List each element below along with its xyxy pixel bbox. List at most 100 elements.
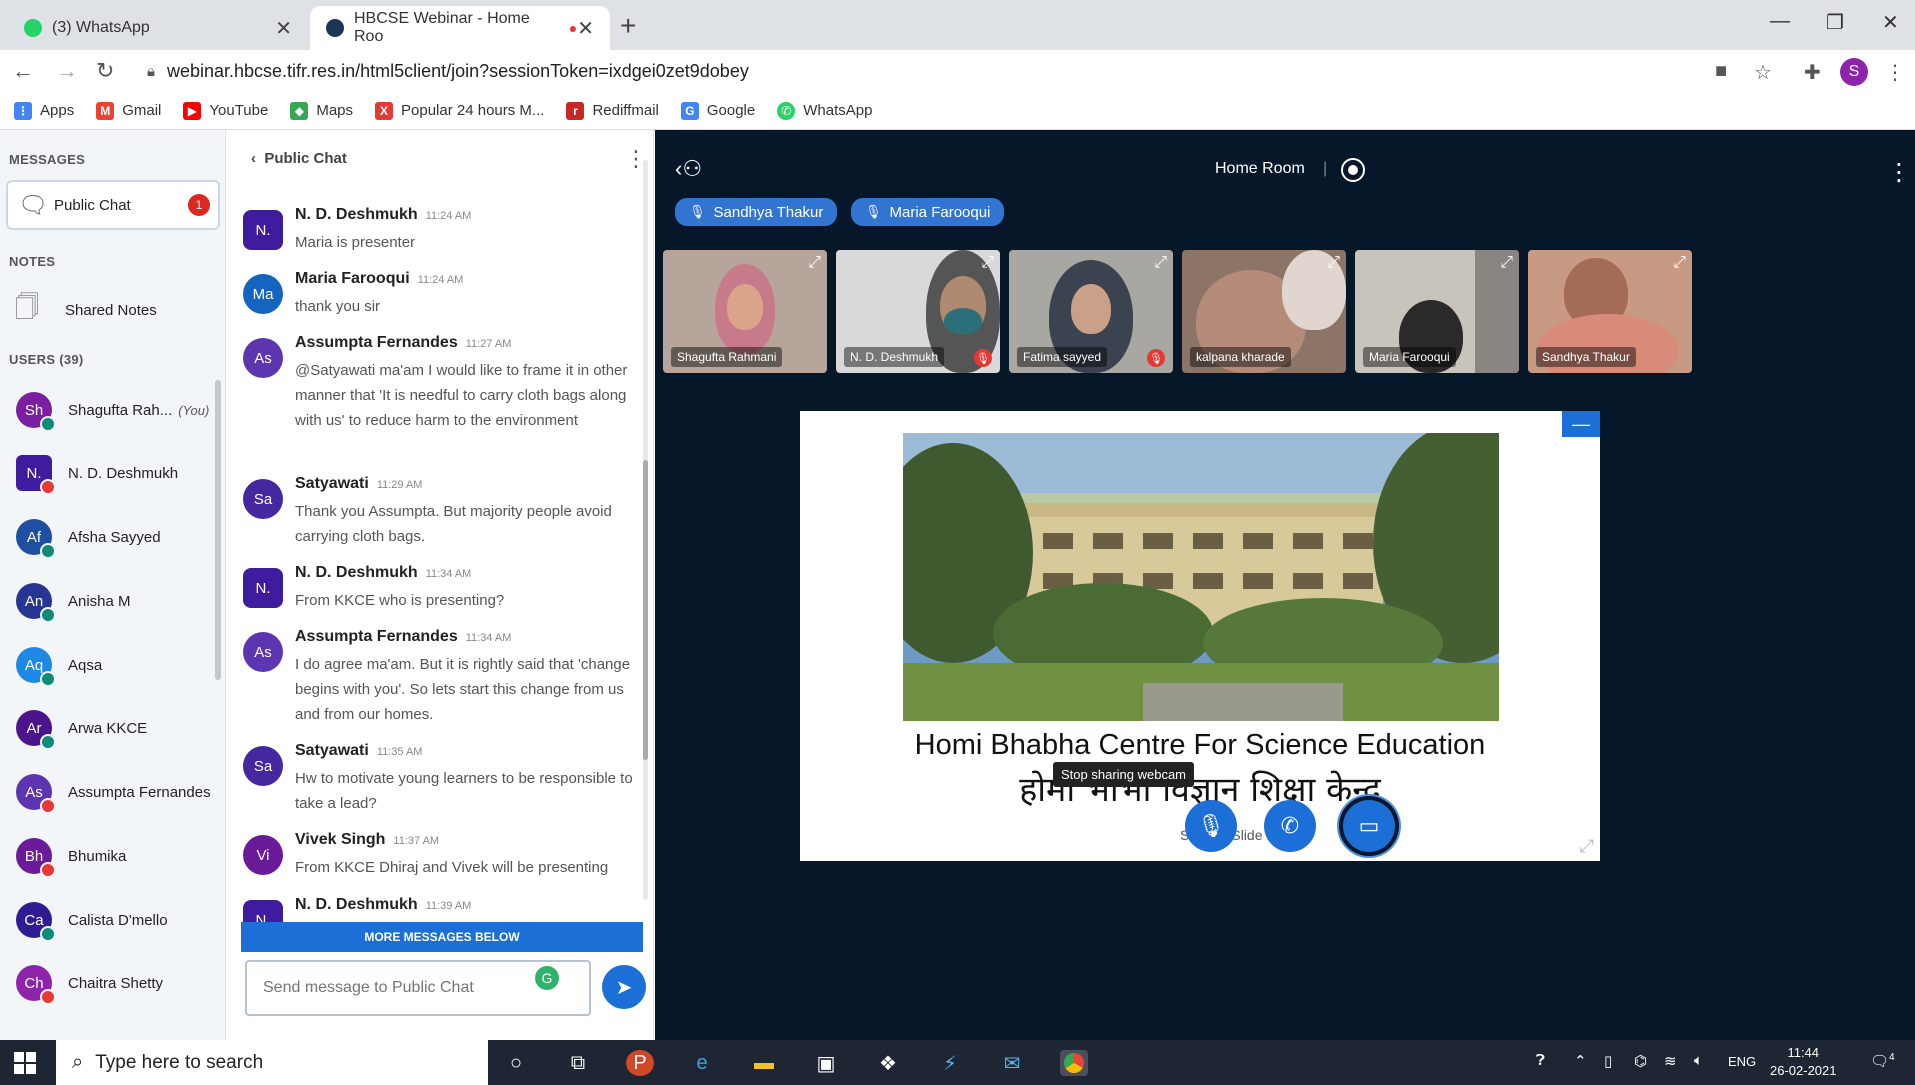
- mute-mic-button[interactable]: 🎙︎: [1185, 800, 1237, 852]
- building-illustration: [903, 433, 1499, 721]
- hbcse-favicon-icon: [326, 19, 344, 37]
- user-list-item[interactable]: Af Afsha Sayyed: [16, 517, 220, 559]
- close-tab-icon[interactable]: ✕: [275, 16, 292, 41]
- tab-title: (3) WhatsApp: [52, 19, 150, 36]
- wifi-icon[interactable]: ≋: [1664, 1052, 1677, 1070]
- language-indicator[interactable]: ENG: [1728, 1054, 1756, 1069]
- webcam-tile[interactable]: ⤢ Fatima sayyed 🎙︎: [1009, 250, 1173, 373]
- user-list-item[interactable]: Ca Calista D'mello: [16, 900, 220, 942]
- webcam-tile[interactable]: ⤢ kalpana kharade: [1182, 250, 1346, 373]
- bookmark-rediffmail[interactable]: r Rediffmail: [566, 101, 659, 120]
- avatar: As: [243, 338, 283, 378]
- expand-icon[interactable]: ⤢: [808, 254, 821, 272]
- user-list-item[interactable]: Aq Aqsa: [16, 645, 220, 687]
- status-icon: [40, 671, 56, 687]
- toggle-user-list-icon[interactable]: ‹⚇: [675, 156, 702, 182]
- user-list-item[interactable]: N. N. D. Deshmukh: [16, 453, 220, 495]
- expand-icon[interactable]: ⤢: [1673, 254, 1686, 272]
- send-message-button[interactable]: ➤: [602, 965, 646, 1009]
- user-list-item[interactable]: Bh Bhumika: [16, 836, 220, 878]
- file-explorer-icon[interactable]: ▬: [750, 1050, 778, 1076]
- fullscreen-icon[interactable]: ⤢: [1580, 836, 1594, 857]
- bookmark-apps[interactable]: ⋮ Apps: [14, 101, 74, 120]
- close-tab-icon[interactable]: ✕: [577, 16, 594, 41]
- taskbar-clock[interactable]: 11:44 26-02-2021: [1770, 1044, 1837, 1080]
- webcam-tile[interactable]: ⤢ Maria Farooqui: [1355, 250, 1519, 373]
- bookmark-google[interactable]: G Google: [680, 101, 755, 120]
- camera-in-use-icon[interactable]: ■: [1715, 60, 1727, 83]
- tray-expand-icon[interactable]: ⌃: [1574, 1052, 1587, 1070]
- expand-icon[interactable]: ⤢: [1500, 254, 1513, 272]
- bookmark-maps[interactable]: ◆ Maps: [290, 101, 353, 120]
- grammarly-icon[interactable]: G: [535, 966, 559, 990]
- record-icon[interactable]: [1341, 158, 1365, 182]
- tab-hbcse-webinar[interactable]: HBCSE Webinar - Home Roo ● ✕: [310, 6, 610, 50]
- url-field[interactable]: 🔒︎ webinar.hbcse.tifr.res.in/html5client…: [135, 55, 1715, 87]
- network-icon[interactable]: ⌬: [1634, 1052, 1647, 1070]
- stop-webcam-button[interactable]: ▭: [1343, 800, 1395, 852]
- tab-whatsapp[interactable]: (3) WhatsApp ✕: [8, 6, 308, 50]
- forward-icon[interactable]: →: [56, 58, 78, 84]
- dropbox-icon[interactable]: ❖: [874, 1050, 902, 1076]
- chrome-menu-icon[interactable]: ⋮: [1885, 60, 1905, 85]
- avatar: N.: [16, 455, 56, 495]
- expand-icon[interactable]: ⤢: [1327, 254, 1340, 272]
- cortana-icon[interactable]: ○: [502, 1050, 530, 1076]
- bookmark-popular[interactable]: X Popular 24 hours M...: [375, 101, 544, 120]
- profile-avatar[interactable]: S: [1840, 58, 1868, 86]
- help-icon[interactable]: ❓︎: [1536, 1052, 1545, 1069]
- user-list-item[interactable]: Sh Shagufta Rah... (You): [16, 390, 220, 432]
- minimize-icon[interactable]: —: [1770, 10, 1790, 33]
- chrome-icon[interactable]: [1060, 1050, 1088, 1076]
- volume-icon[interactable]: 🔈︎: [1694, 1052, 1703, 1069]
- notifications-icon[interactable]: 🗨︎4: [1870, 1052, 1895, 1070]
- google-icon: G: [680, 101, 699, 120]
- reload-icon[interactable]: ↻: [96, 58, 114, 84]
- app-icon[interactable]: ⚡︎: [936, 1050, 964, 1076]
- sidebar-scrollbar[interactable]: [215, 380, 221, 680]
- mail-icon[interactable]: ✉: [998, 1050, 1026, 1076]
- close-window-icon[interactable]: ✕: [1882, 10, 1899, 35]
- talking-indicator[interactable]: 🎙︎ Maria Farooqui: [851, 198, 1005, 226]
- talking-indicator[interactable]: 🎙︎ Sandhya Thakur: [675, 198, 838, 226]
- public-chat-item[interactable]: 🗨︎ Public Chat 1: [6, 180, 220, 230]
- task-view-icon[interactable]: ⧉: [564, 1050, 592, 1076]
- muted-mic-icon: 🎙︎: [1147, 349, 1165, 367]
- bookmark-gmail[interactable]: M Gmail: [96, 101, 161, 120]
- webcam-tile[interactable]: ⤢ N. D. Deshmukh 🎙︎: [836, 250, 1000, 373]
- avatar: Aq: [16, 647, 56, 687]
- leave-audio-button[interactable]: ✆: [1264, 800, 1316, 852]
- battery-icon[interactable]: ▯: [1604, 1052, 1612, 1070]
- avatar: An: [16, 583, 56, 623]
- whatsapp-favicon-icon: [24, 19, 42, 37]
- chat-back-header[interactable]: ‹ Public Chat: [251, 150, 347, 167]
- bookmark-youtube[interactable]: ▶ YouTube: [183, 101, 268, 120]
- user-list-item[interactable]: Ar Arwa KKCE: [16, 708, 220, 750]
- bookmark-star-icon[interactable]: ☆: [1754, 60, 1772, 85]
- user-list-item[interactable]: Ch Chaitra Shetty: [16, 963, 220, 1005]
- avatar: Ar: [16, 710, 56, 750]
- user-list-item[interactable]: An Anisha M: [16, 581, 220, 623]
- chat-scrollbar[interactable]: [643, 160, 648, 900]
- youtube-icon: ▶: [183, 101, 202, 120]
- shared-notes-item[interactable]: 🗍︎ Shared Notes: [15, 290, 157, 331]
- new-tab-button[interactable]: +: [620, 10, 636, 42]
- edge-icon[interactable]: e: [688, 1050, 716, 1076]
- status-icon: [40, 479, 56, 495]
- webcam-tile[interactable]: ⤢ Sandhya Thakur: [1528, 250, 1692, 373]
- back-icon[interactable]: ←: [12, 58, 34, 84]
- minimize-presentation-button[interactable]: —: [1562, 411, 1600, 437]
- windows-start-icon[interactable]: [14, 1052, 36, 1074]
- expand-icon[interactable]: ⤢: [1154, 254, 1167, 272]
- more-messages-below-button[interactable]: MORE MESSAGES BELOW: [241, 922, 643, 952]
- taskbar-search[interactable]: ⌕ Type here to search: [56, 1040, 488, 1085]
- bookmark-whatsapp[interactable]: ✆ WhatsApp: [777, 101, 872, 120]
- maximize-icon[interactable]: ❐: [1826, 10, 1844, 35]
- powerpoint-icon[interactable]: P: [626, 1050, 654, 1076]
- expand-icon[interactable]: ⤢: [981, 254, 994, 272]
- meeting-options-icon[interactable]: ⋮: [1887, 158, 1911, 187]
- extensions-icon[interactable]: ✚: [1804, 60, 1821, 85]
- store-icon[interactable]: ▣: [812, 1050, 840, 1076]
- webcam-tile[interactable]: ⤢ Shagufta Rahmani: [663, 250, 827, 373]
- user-list-item[interactable]: As Assumpta Fernandes: [16, 772, 220, 814]
